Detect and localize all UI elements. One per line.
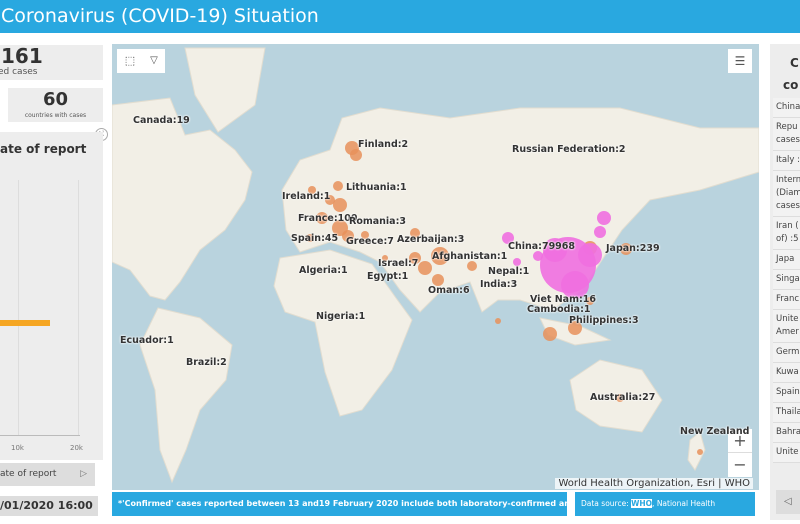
map-label[interactable]: Ecuador:1 (120, 335, 174, 346)
map-label[interactable]: Finland:2 (358, 139, 408, 150)
map-label[interactable]: Greece:7 (346, 236, 394, 247)
country-list-item[interactable]: Germ (773, 343, 800, 363)
country-list-item[interactable]: Iran ( of) :5 (773, 217, 800, 250)
page-title: Coronavirus (COVID-19) Situation (0, 0, 800, 33)
map-label[interactable]: Philippines:3 (569, 315, 639, 326)
countries-label: countries with cases (24, 112, 87, 119)
countries-count: 60 (42, 89, 69, 110)
country-list-item[interactable]: Singa (773, 270, 800, 290)
chart-card: ate of report 10k 20k (0, 132, 103, 460)
map-label[interactable]: New Zealand (680, 426, 749, 437)
panel-subtitle: co (783, 78, 799, 92)
chart-title: ate of report (0, 142, 87, 156)
map-label[interactable]: Romania:3 (349, 216, 406, 227)
chart-bar[interactable] (0, 320, 50, 326)
country-list-item[interactable]: Bahra (773, 423, 800, 443)
map-label[interactable]: Russian Federation:2 (512, 144, 626, 155)
map-label[interactable]: Ireland:1 (282, 191, 330, 202)
country-list-item[interactable]: Italy : (773, 151, 800, 171)
map-label[interactable]: Spain:45 (291, 233, 338, 244)
select-tool-button[interactable]: ⬚ (117, 49, 143, 73)
country-list-item[interactable]: Thaila (773, 403, 800, 423)
country-list-item[interactable]: China (773, 98, 800, 118)
map-label[interactable]: Lithuania:1 (346, 182, 407, 193)
confirmed-label: ed cases (0, 67, 38, 77)
country-list-panel: C co China Repu cases Italy : Intern (Diam … (770, 44, 800, 520)
map-label[interactable]: Israel:7 (378, 258, 418, 269)
data-source-suffix: , National Health (652, 499, 716, 508)
country-list-item[interactable]: Unite Amer (773, 310, 800, 343)
world-map[interactable]: ⬚ ▽ ☰ + − World Health Organization, Esr… (112, 44, 759, 490)
countries-card: 60 countries with cases (8, 88, 103, 122)
confirmed-count: 161 (1, 44, 43, 68)
country-list-item[interactable]: Repu cases (773, 118, 800, 151)
data-source-bar: Data source: WHO, National Health (575, 492, 755, 516)
chart-selector-label: ate of report (0, 469, 57, 479)
country-list-item[interactable]: Franc (773, 290, 800, 310)
map-label[interactable]: Brazil:2 (186, 357, 227, 368)
map-label[interactable]: Nepal:1 (488, 266, 529, 277)
map-label[interactable]: Cambodia:1 (527, 304, 591, 315)
panel-title: C (790, 56, 799, 70)
prev-page-button[interactable]: ◁ (776, 490, 800, 514)
map-label[interactable]: Australia:27 (590, 392, 655, 403)
x-tick: 10k (11, 444, 24, 452)
zoom-out-button[interactable]: − (728, 453, 752, 477)
map-label[interactable]: Oman:6 (428, 285, 470, 296)
last-updated: /01/2020 16:00 (0, 496, 98, 516)
country-list-item[interactable]: Unite (773, 443, 800, 463)
map-label[interactable]: Japan:239 (606, 243, 660, 254)
country-list[interactable]: China Repu cases Italy : Intern (Diam cases… (773, 98, 800, 463)
confirmed-cases-card: 161 ed cases (0, 45, 103, 80)
map-label[interactable]: Afghanistan:1 (432, 251, 507, 262)
country-list-item[interactable]: Spain (773, 383, 800, 403)
country-list-item[interactable]: Kuwa (773, 363, 800, 383)
map-label[interactable]: Algeria:1 (299, 265, 348, 276)
map-label[interactable]: China:79968 (508, 241, 575, 252)
map-label[interactable]: Nigeria:1 (316, 311, 365, 322)
map-label[interactable]: Egypt:1 (367, 271, 408, 282)
country-list-item[interactable]: Japa (773, 250, 800, 270)
play-icon[interactable]: ▷ (80, 463, 87, 486)
chevron-down-icon[interactable]: ▽ (143, 49, 165, 73)
footnote-bar: *'Confirmed' cases reported between 13 a… (112, 492, 567, 516)
map-attribution: World Health Organization, Esri | WHO (555, 478, 753, 489)
legend-list-icon[interactable]: ☰ (728, 49, 752, 73)
who-link[interactable]: WHO (631, 499, 653, 508)
map-label[interactable]: India:3 (480, 279, 517, 290)
data-source-prefix: Data source: (581, 499, 632, 508)
country-list-item[interactable]: Intern (Diam cases (773, 171, 800, 217)
map-label[interactable]: Azerbaijan:3 (397, 234, 464, 245)
chart-selector-button[interactable]: ate of report ▷ (0, 463, 95, 486)
map-label[interactable]: Canada:19 (133, 115, 190, 126)
x-tick: 20k (70, 444, 83, 452)
